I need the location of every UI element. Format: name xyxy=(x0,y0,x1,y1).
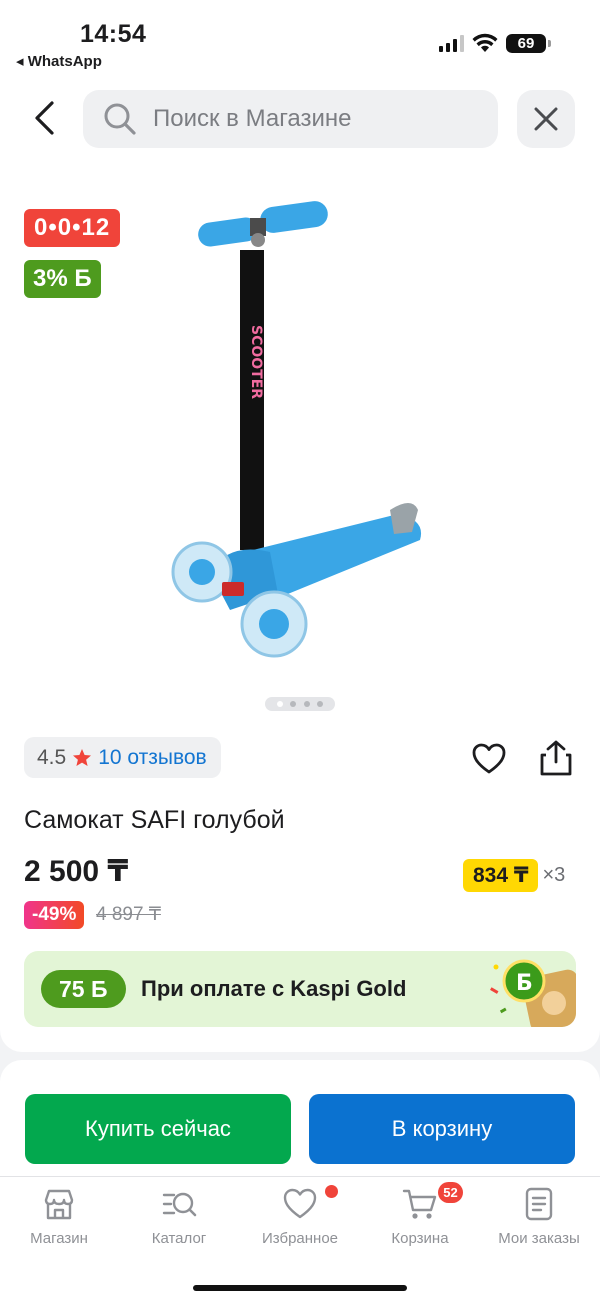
search-bar[interactable] xyxy=(83,90,498,148)
buy-now-button[interactable]: Купить сейчас xyxy=(25,1094,291,1164)
kaspi-gold-card-icon: Б xyxy=(490,959,576,1027)
back-to-app-link[interactable]: ◂ WhatsApp xyxy=(16,52,102,70)
product-image[interactable]: SCOOTER xyxy=(150,180,450,680)
tab-orders[interactable]: Мои заказы xyxy=(484,1186,594,1247)
search-icon xyxy=(104,103,136,135)
wifi-icon xyxy=(472,33,498,52)
product-price: 2 500 ₸ xyxy=(24,855,129,888)
discount-badge: -49% xyxy=(24,901,85,929)
cart-icon xyxy=(402,1189,437,1219)
rating-value: 4.5 xyxy=(37,745,67,769)
favorites-notification-dot xyxy=(325,1185,338,1198)
product-title: Самокат SAFI голубой xyxy=(24,806,285,834)
kaspi-gold-promo[interactable]: 75 Б При оплате с Kaspi Gold Б xyxy=(24,951,576,1027)
catalog-search-icon xyxy=(162,1192,197,1217)
close-icon xyxy=(534,107,558,131)
installment-timer-badge: 0•0•12 xyxy=(24,209,121,247)
old-price: 4 897 ₸ xyxy=(96,904,161,925)
rating-pill[interactable]: 4.5 10 отзывов xyxy=(24,737,221,778)
search-input[interactable] xyxy=(153,105,453,133)
tab-favorites[interactable]: Избранное xyxy=(245,1186,355,1247)
cellular-signal-icon xyxy=(439,34,464,52)
svg-text:SCOOTER: SCOOTER xyxy=(248,325,264,399)
status-indicators: 69 xyxy=(439,33,551,53)
heart-icon xyxy=(283,1188,317,1219)
share-icon[interactable] xyxy=(538,739,574,777)
back-arrow-icon[interactable] xyxy=(28,98,64,138)
add-to-cart-button[interactable]: В корзину xyxy=(309,1094,575,1164)
tab-label: Мои заказы xyxy=(498,1230,580,1247)
tab-store[interactable]: Магазин xyxy=(4,1186,114,1247)
installment-price: 834 ₸ xyxy=(463,859,539,892)
promo-bonus-pill: 75 Б xyxy=(41,970,126,1008)
battery-icon: 69 xyxy=(506,33,551,53)
tab-label: Магазин xyxy=(30,1230,88,1247)
tab-label: Избранное xyxy=(261,1230,339,1247)
gallery-dot xyxy=(276,701,283,707)
orders-icon xyxy=(525,1187,553,1221)
gallery-pagination xyxy=(265,697,335,711)
promo-text: При оплате с Kaspi Gold xyxy=(141,976,407,1001)
cart-count-badge: 52 xyxy=(438,1182,463,1203)
bonus-percent-badge: 3% Б xyxy=(24,260,101,298)
close-button[interactable] xyxy=(517,90,575,148)
status-time: 14:54 xyxy=(80,20,147,48)
installment-times: ×3 xyxy=(542,864,566,886)
tab-label: Корзина xyxy=(391,1230,449,1247)
tabbar-divider xyxy=(0,1176,600,1177)
installment-info[interactable]: 834 ₸ ×3 xyxy=(463,859,565,892)
star-icon xyxy=(73,748,92,766)
svg-text:Б: Б xyxy=(516,971,533,996)
gallery-dot xyxy=(290,701,297,707)
gallery-dot xyxy=(317,701,324,707)
store-icon xyxy=(44,1189,74,1220)
tab-label: Каталог xyxy=(151,1230,207,1247)
gallery-dot xyxy=(303,701,310,707)
tab-catalog[interactable]: Каталог xyxy=(124,1186,234,1247)
home-indicator[interactable] xyxy=(193,1285,407,1291)
favorite-heart-icon[interactable] xyxy=(471,741,507,777)
reviews-link[interactable]: 10 отзывов xyxy=(98,746,207,770)
